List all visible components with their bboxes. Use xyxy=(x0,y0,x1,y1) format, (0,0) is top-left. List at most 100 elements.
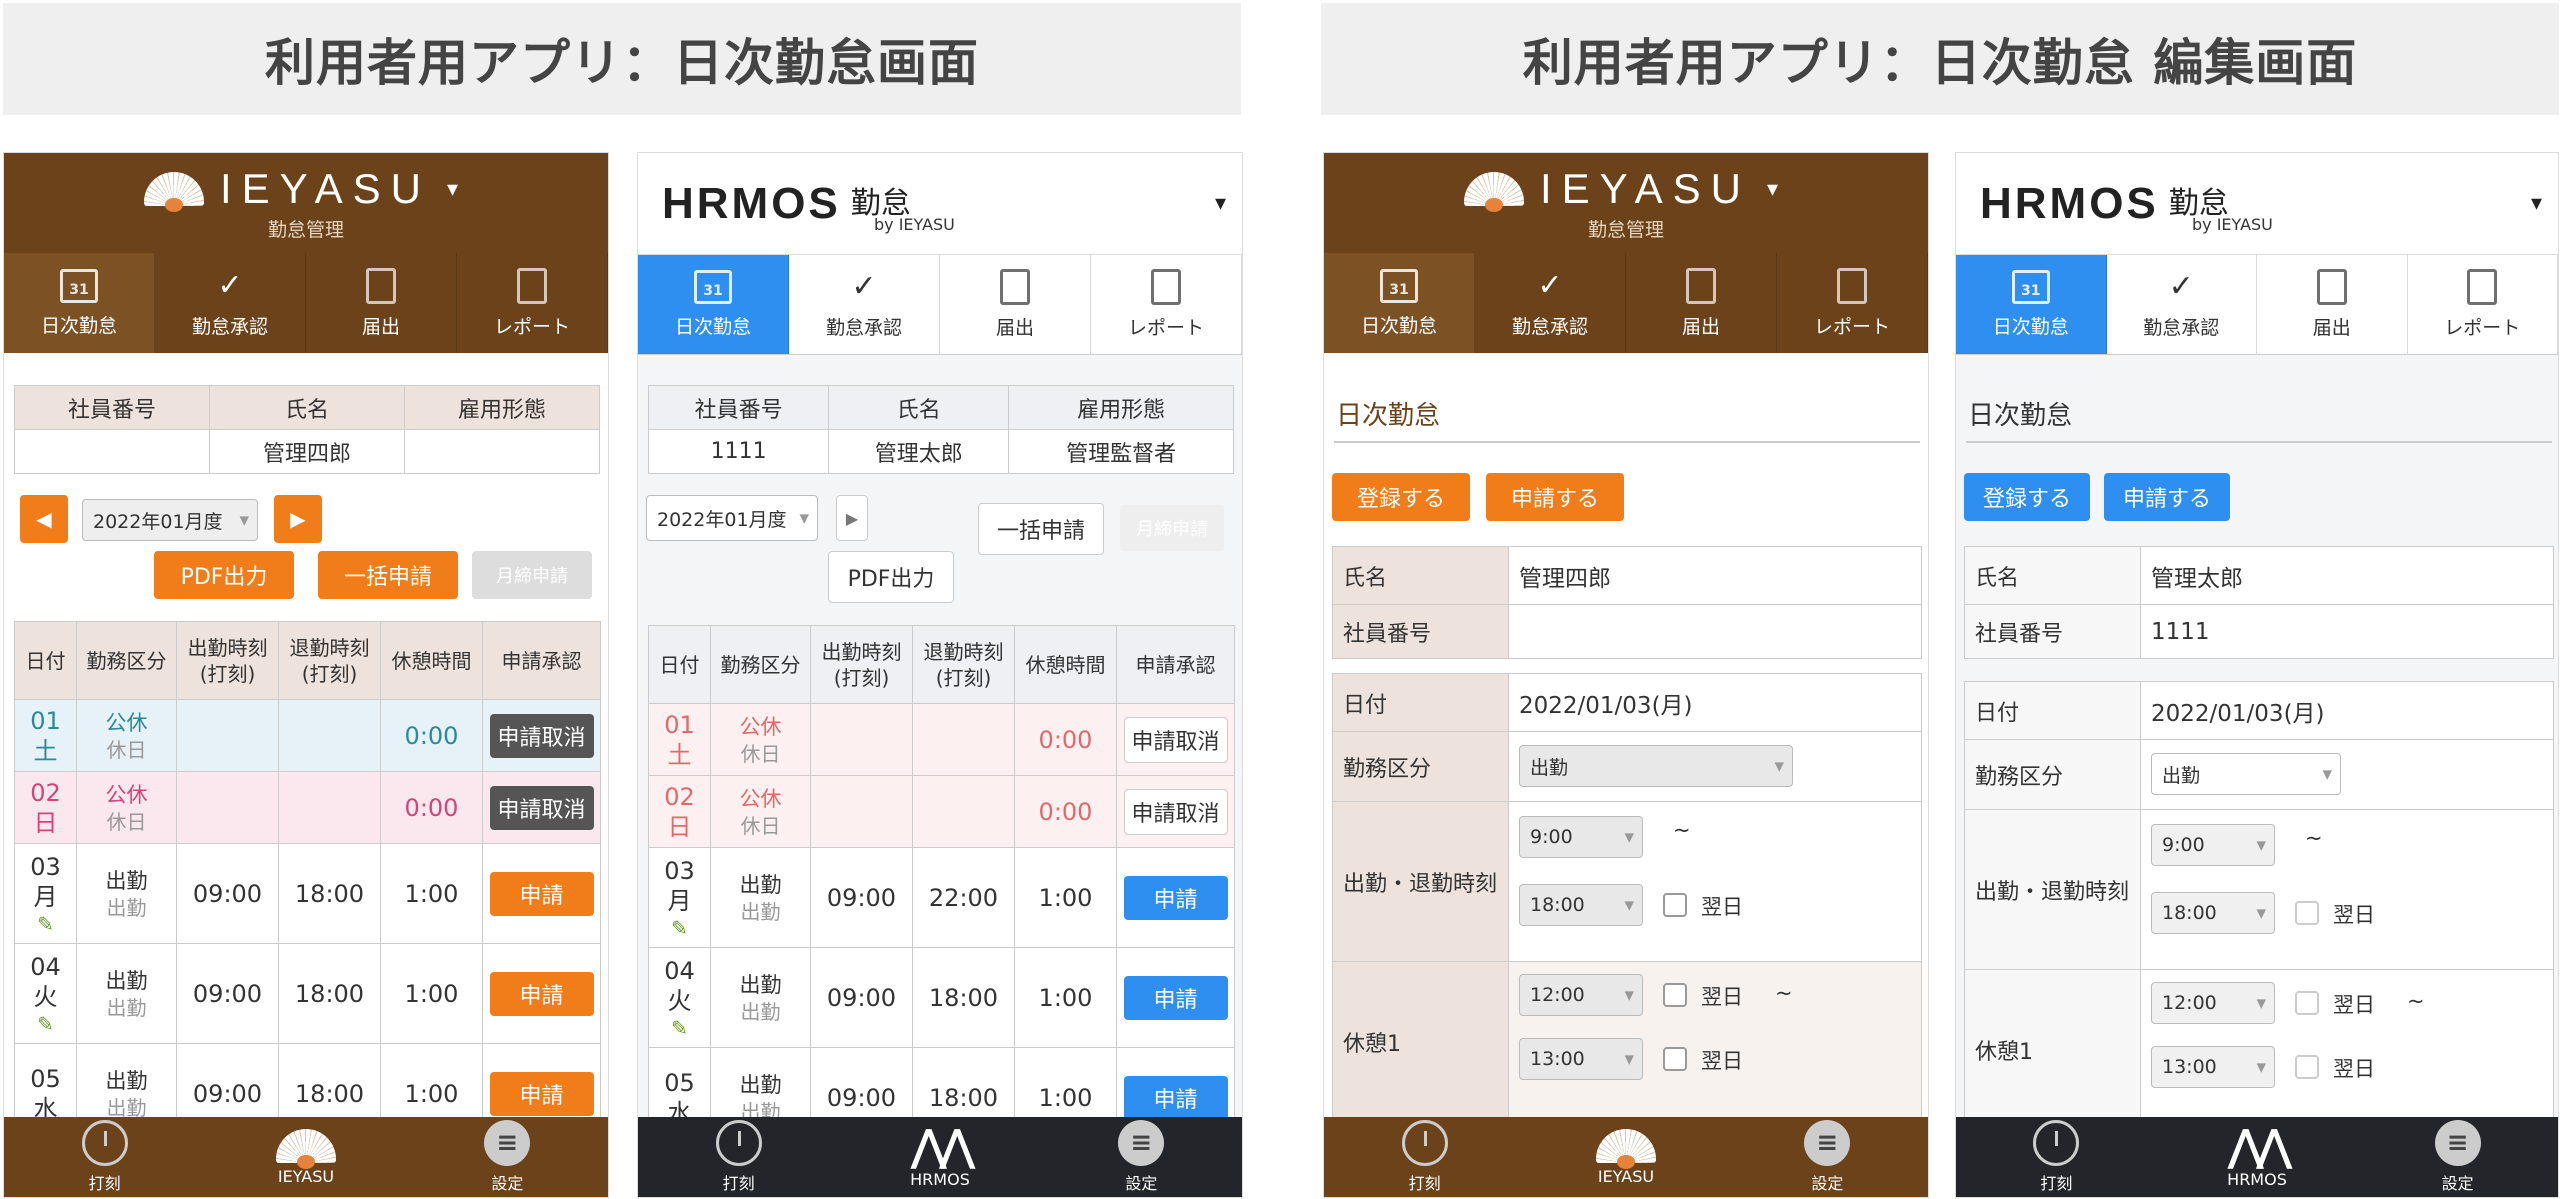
tab-approval[interactable]: ✓ 勤怠承認 xyxy=(2107,255,2257,354)
monthly-close-button[interactable]: 月締申請 xyxy=(472,551,592,599)
rest-start-select[interactable]: 12:00 xyxy=(2151,982,2275,1024)
table-row[interactable]: 02 日 公休 休日 0:00 申請取消 xyxy=(648,775,1235,848)
clock-out-select[interactable]: 18:00 xyxy=(2151,892,2275,934)
row-kubun-sub: 休日 xyxy=(740,813,781,838)
clock-in-select[interactable]: 9:00 xyxy=(1519,816,1643,858)
bulk-apply-button[interactable]: 一括申請 xyxy=(978,503,1104,555)
clock-icon xyxy=(2033,1120,2080,1166)
period-select[interactable]: 2022年01月度 xyxy=(646,495,818,541)
clock-out-select[interactable]: 18:00 xyxy=(1519,884,1643,926)
nav-home[interactable]: IEYASU xyxy=(205,1117,406,1197)
tab-report[interactable]: レポート xyxy=(457,253,608,353)
next-day-checkbox[interactable] xyxy=(1663,893,1687,917)
cancel-request-button[interactable]: 申請取消 xyxy=(489,785,594,830)
tab-approval[interactable]: ✓ 勤怠承認 xyxy=(789,255,940,354)
nav-home[interactable]: IEYASU xyxy=(1525,1117,1726,1197)
table-row[interactable]: 02 日 公休 休日 0:00 申請取消 xyxy=(14,771,601,844)
tab-report[interactable]: レポート xyxy=(1091,255,1242,354)
pencil-icon[interactable]: ✎ xyxy=(15,1012,76,1036)
prev-month-button[interactable]: ◀ xyxy=(20,495,68,543)
nav-settings[interactable]: ≡ 設定 xyxy=(1727,1117,1928,1197)
apply-button[interactable]: 申請 xyxy=(489,971,594,1016)
apply-button[interactable]: 申請 xyxy=(489,871,594,916)
nav-punch[interactable]: 打刻 xyxy=(1956,1117,2157,1197)
bulk-apply-button[interactable]: 一括申請 xyxy=(318,551,458,599)
pencil-icon[interactable]: ✎ xyxy=(649,1016,710,1040)
next-day-checkbox[interactable] xyxy=(2295,1055,2319,1079)
nav-home[interactable]: ⋀⋀ HRMOS xyxy=(2157,1117,2358,1197)
tab-approval[interactable]: ✓ 勤怠承認 xyxy=(155,253,306,353)
cancel-request-button[interactable]: 申請取消 xyxy=(1123,788,1228,835)
clock-in-select[interactable]: 9:00 xyxy=(2151,824,2275,866)
nav-home[interactable]: ⋀⋀ HRMOS xyxy=(839,1117,1040,1197)
row-in: 09:00 xyxy=(810,847,913,948)
table-row[interactable]: 04 火 ✎ 出勤 出勤 09:00 18:00 1:00 申請 xyxy=(648,947,1235,1048)
inout-cell: 9:00 ~ 18:00 翌日 xyxy=(1508,801,1922,962)
pencil-icon[interactable]: ✎ xyxy=(15,912,76,936)
table-row[interactable]: 04 火 ✎ 出勤 出勤 09:00 18:00 1:00 申請 xyxy=(14,943,601,1044)
nav-label: 打刻 xyxy=(1408,1174,1441,1193)
apply-button[interactable]: 申請 xyxy=(1123,975,1228,1020)
period-select[interactable]: 2022年01月度 xyxy=(82,499,258,541)
next-day-checkbox[interactable] xyxy=(2295,991,2319,1015)
date-label: 日付 xyxy=(1964,681,2141,740)
tab-submit[interactable]: 届出 xyxy=(2257,255,2408,354)
tab-daily[interactable]: 31 日次勤怠 xyxy=(1324,253,1475,353)
apply-button[interactable]: 申請 xyxy=(1123,1075,1228,1120)
save-button[interactable]: 登録する xyxy=(1964,473,2090,521)
kubun-select[interactable]: 出勤 xyxy=(2151,753,2341,795)
kubun-select[interactable]: 出勤 xyxy=(1519,745,1793,787)
app-switcher[interactable]: IEYASU ▾ xyxy=(1464,165,1788,213)
rest-end-select[interactable]: 13:00 xyxy=(1519,1038,1643,1080)
tab-daily[interactable]: 31 日次勤怠 xyxy=(638,255,789,354)
bottom-nav: 打刻 IEYASU ≡ 設定 xyxy=(1324,1117,1928,1197)
app-switcher[interactable]: IEYASU ▾ xyxy=(144,165,468,213)
apply-button[interactable]: 申請 xyxy=(1123,875,1228,920)
rest-start-select[interactable]: 12:00 xyxy=(1519,974,1643,1016)
nav-settings[interactable]: ≡ 設定 xyxy=(407,1117,608,1197)
attendance-table: 日付 勤務区分 出勤時刻 (打刻) 退勤時刻 (打刻) 休憩時間 申請承認 01 土 … xyxy=(14,621,601,1144)
tab-report[interactable]: レポート xyxy=(1777,253,1928,353)
table-row[interactable]: 03 月 ✎ 出勤 出勤 09:00 18:00 1:00 申請 xyxy=(14,843,601,944)
nav-punch[interactable]: 打刻 xyxy=(638,1117,839,1197)
nav-settings[interactable]: ≡ 設定 xyxy=(1041,1117,1242,1197)
pdf-export-button[interactable]: PDF出力 xyxy=(154,551,294,599)
row-dow: 日 xyxy=(33,808,58,837)
row-out: 18:00 xyxy=(278,843,381,944)
save-button[interactable]: 登録する xyxy=(1332,473,1470,521)
next-day-checkbox[interactable] xyxy=(2295,901,2319,925)
table-row[interactable]: 01 土 公休 休日 0:00 申請取消 xyxy=(14,699,601,772)
tab-report[interactable]: レポート xyxy=(2408,255,2558,354)
tab-submit[interactable]: 届出 xyxy=(1626,253,1777,353)
nav-punch[interactable]: 打刻 xyxy=(4,1117,205,1197)
tab-daily[interactable]: 31 日次勤怠 xyxy=(1956,255,2107,354)
next-day-checkbox[interactable] xyxy=(1663,1047,1687,1071)
apply-button[interactable]: 申請 xyxy=(489,1071,594,1116)
clock-icon xyxy=(1401,1120,1448,1166)
check-icon: ✓ xyxy=(851,269,877,304)
pdf-export-button[interactable]: PDF出力 xyxy=(828,551,954,603)
tilde: ~ xyxy=(1775,981,1793,1005)
rest-end-select[interactable]: 13:00 xyxy=(2151,1046,2275,1088)
apply-button[interactable]: 申請する xyxy=(1486,473,1624,521)
pencil-icon[interactable]: ✎ xyxy=(649,916,710,940)
tab-daily[interactable]: 31 日次勤怠 xyxy=(4,253,155,353)
tab-submit[interactable]: 届出 xyxy=(940,255,1091,354)
monthly-close-button[interactable]: 月締申請 xyxy=(1120,505,1224,551)
nav-punch[interactable]: 打刻 xyxy=(1324,1117,1525,1197)
tab-submit[interactable]: 届出 xyxy=(306,253,457,353)
next-month-button[interactable]: ▶ xyxy=(274,495,322,543)
cancel-request-button[interactable]: 申請取消 xyxy=(489,713,594,758)
table-row[interactable]: 03 月 ✎ 出勤 出勤 09:00 22:00 1:00 申請 xyxy=(648,847,1235,948)
caret-down-icon[interactable]: ▾ xyxy=(2531,191,2542,216)
fan-logo-icon xyxy=(1595,1128,1656,1169)
next-month-button[interactable]: ▶ xyxy=(836,495,868,541)
caret-down-icon[interactable]: ▾ xyxy=(1215,191,1226,216)
cancel-request-button[interactable]: 申請取消 xyxy=(1123,716,1228,763)
next-day-checkbox[interactable] xyxy=(1663,983,1687,1007)
nav-settings[interactable]: ≡ 設定 xyxy=(2357,1117,2558,1197)
apply-button[interactable]: 申請する xyxy=(2104,473,2230,521)
upload-document-icon xyxy=(366,267,396,304)
table-row[interactable]: 01 土 公休 休日 0:00 申請取消 xyxy=(648,703,1235,776)
tab-approval[interactable]: ✓ 勤怠承認 xyxy=(1475,253,1626,353)
